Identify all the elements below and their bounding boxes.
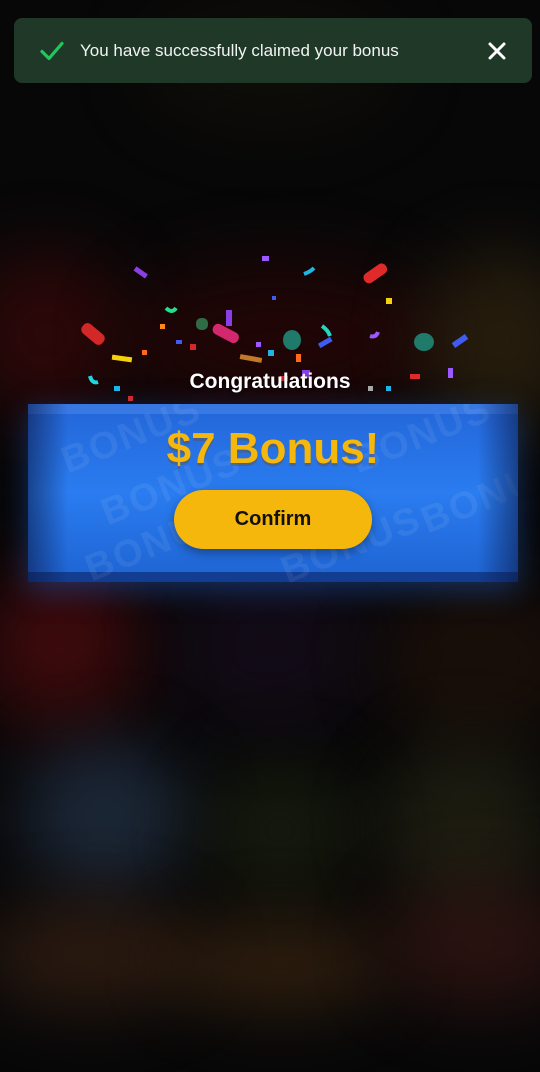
check-icon <box>38 37 66 65</box>
success-toast: You have successfully claimed your bonus <box>14 18 532 83</box>
close-icon[interactable] <box>484 38 510 64</box>
congratulations-heading: Congratulations <box>189 370 351 393</box>
bonus-banner: BONUS BONUS BONUS BONUS BONUS BONUS $7 B… <box>28 404 518 582</box>
toast-message: You have successfully claimed your bonus <box>80 40 399 60</box>
bonus-claimed-screen: You have successfully claimed your bonus <box>0 0 540 1072</box>
confirm-button[interactable]: Confirm <box>174 490 372 549</box>
bonus-amount: $7 Bonus! <box>166 424 380 473</box>
